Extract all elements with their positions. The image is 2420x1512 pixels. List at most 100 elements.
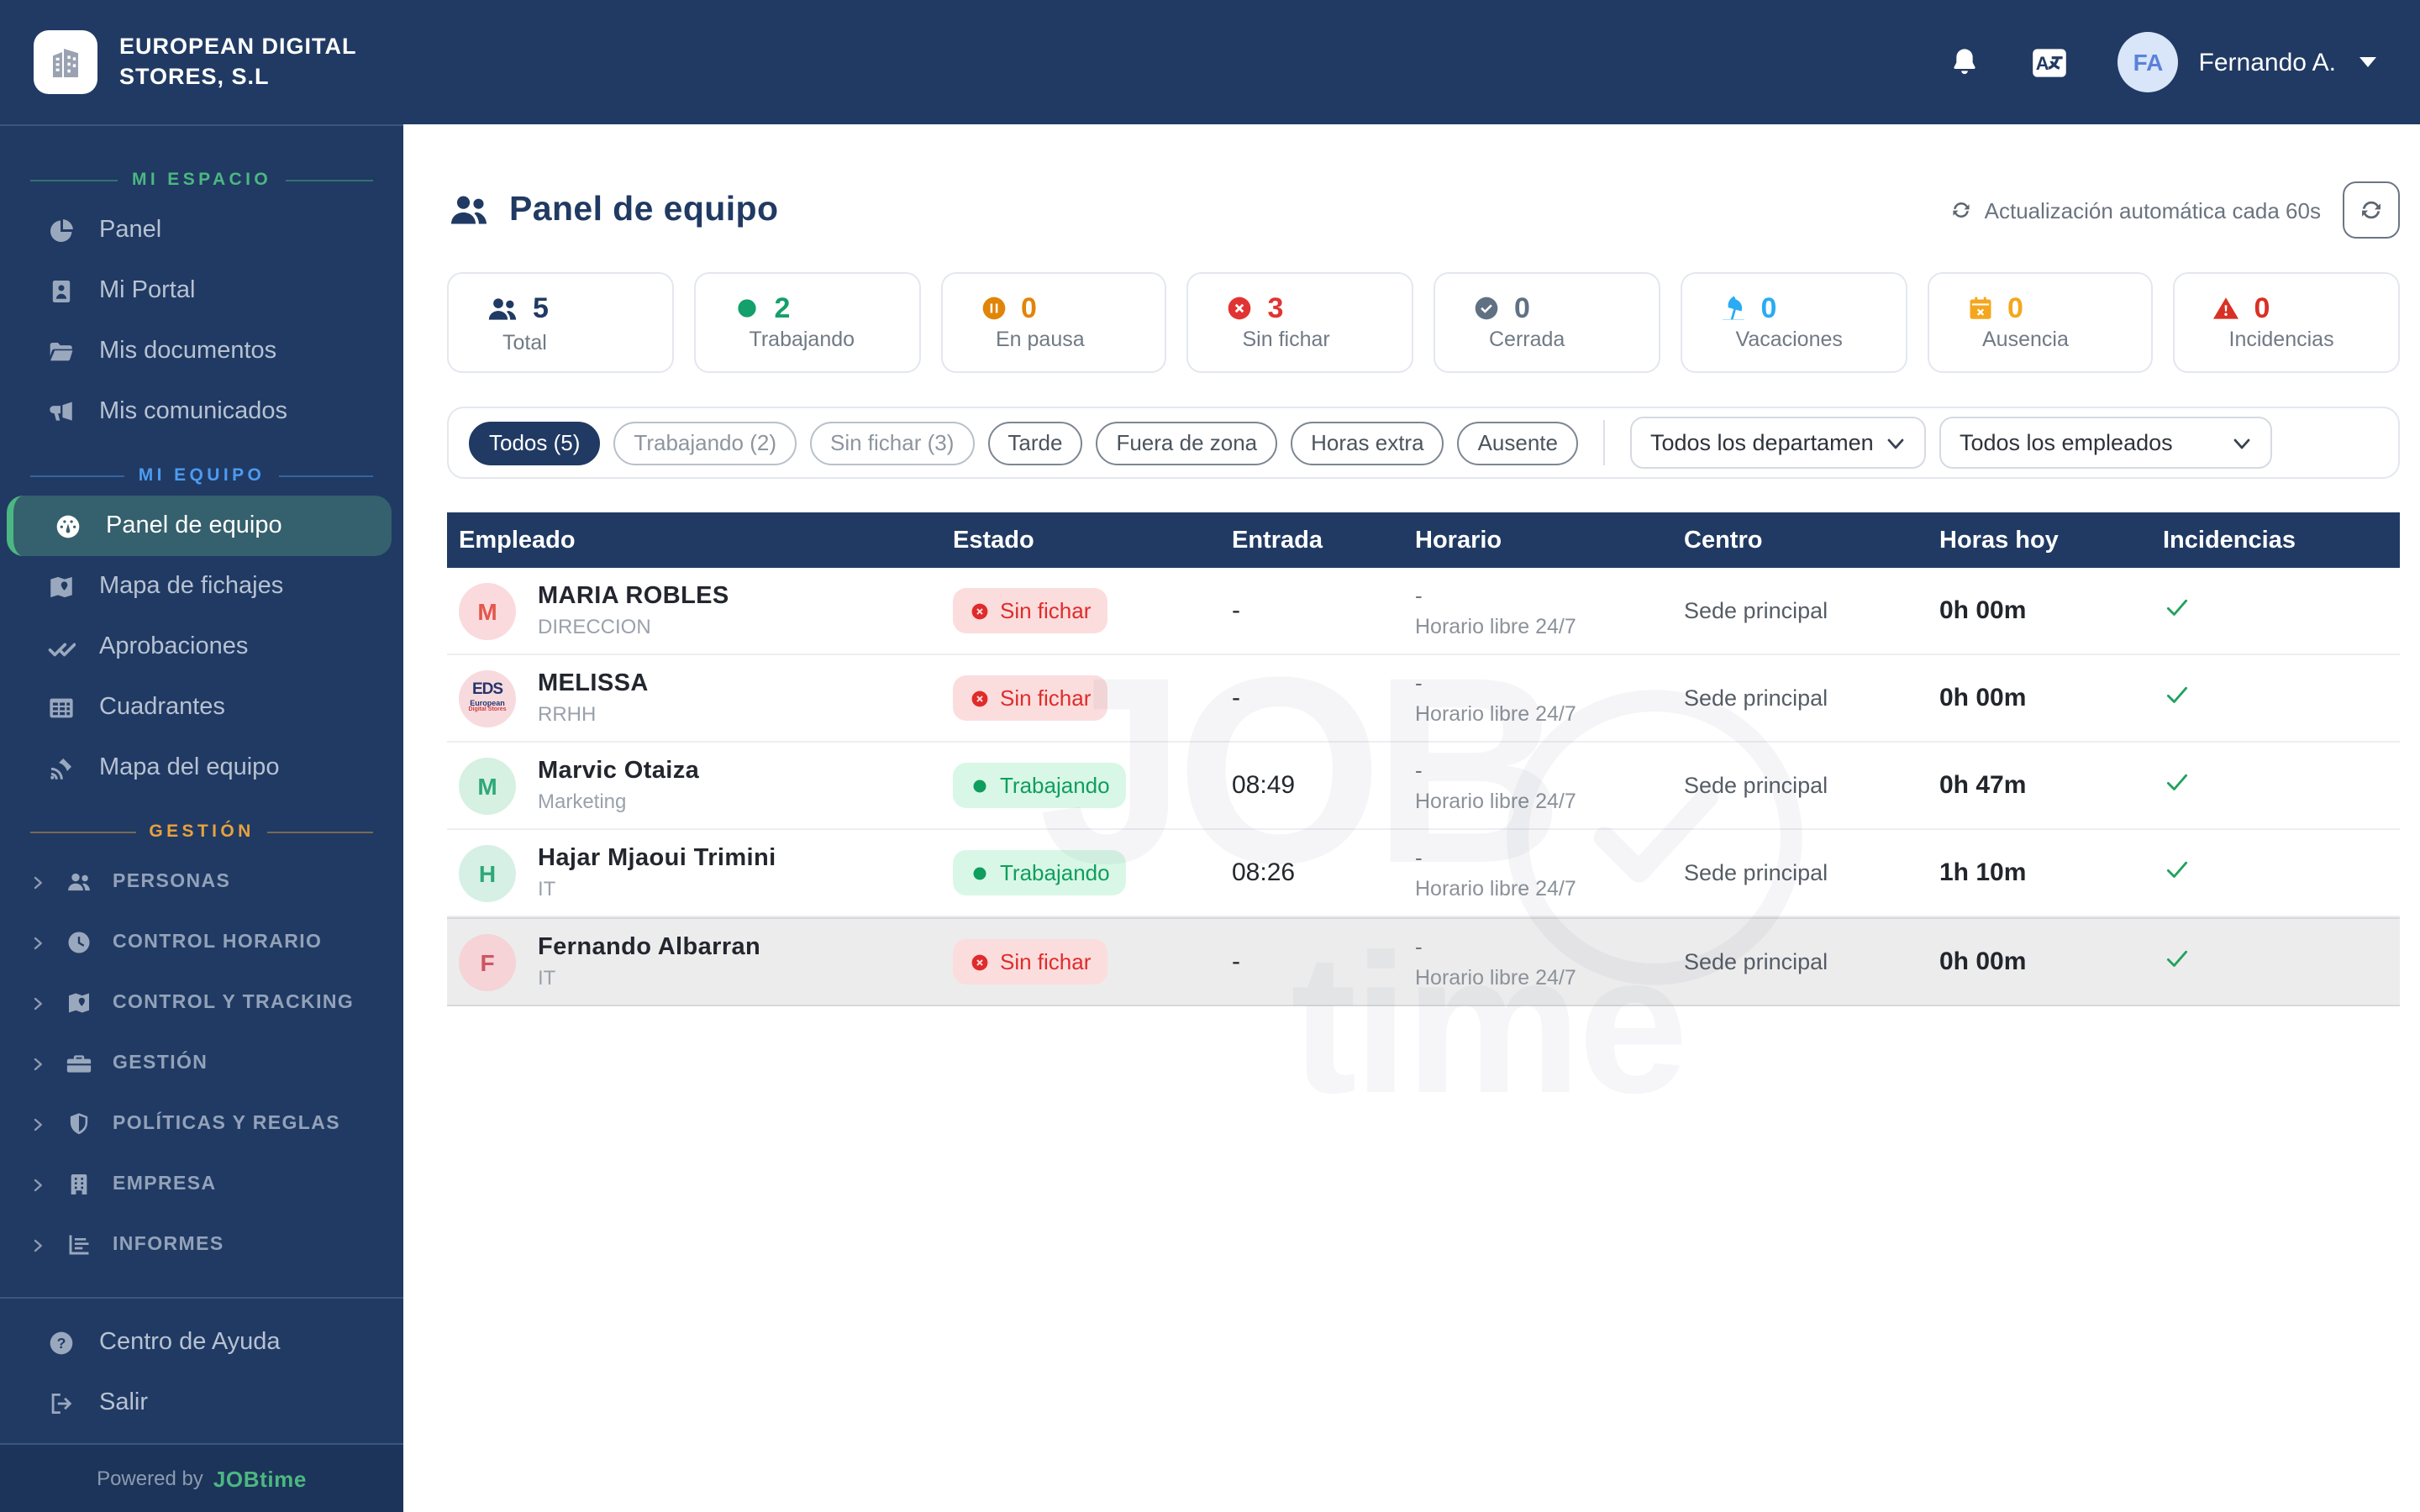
- filter-pill-tarde[interactable]: Tarde: [987, 421, 1083, 465]
- stat-card-total: 5 Total: [447, 272, 674, 373]
- sidebar-section-label-mi-espacio: MI ESPACIO: [30, 170, 373, 190]
- entrada-cell: 08:26: [1232, 858, 1296, 887]
- megaphone-icon: [47, 397, 76, 426]
- sidebar-item-control-horario[interactable]: CONTROL HORARIO: [0, 912, 403, 973]
- employee-cell: M MARIA ROBLES DIRECCION: [447, 582, 953, 639]
- chevron-right-icon: [30, 1056, 45, 1071]
- sidebar-item-politicas-y-reglas[interactable]: POLÍTICAS Y REGLAS: [0, 1094, 403, 1154]
- table-header: Empleado Estado Entrada Horario Centro Horas …: [447, 512, 2400, 568]
- grid-icon: [47, 693, 76, 722]
- table-row-maria-robles[interactable]: M MARIA ROBLES DIRECCION Sin fichar - -H…: [447, 568, 2400, 655]
- sidebar-footer: ? Centro de Ayuda Salir: [0, 1297, 403, 1443]
- stat-value: 5: [533, 292, 549, 324]
- sidebar-item-mapa-del-equipo[interactable]: Mapa del equipo: [0, 738, 403, 798]
- page-header: Panel de equipo Actualización automática…: [447, 181, 2400, 239]
- table-row-marvic-otaiza[interactable]: M Marvic Otaiza Marketing Trabajando 08:…: [447, 743, 2400, 830]
- table-body: M MARIA ROBLES DIRECCION Sin fichar - -H…: [447, 568, 2400, 1006]
- sidebar-item-empresa[interactable]: EMPRESA: [0, 1154, 403, 1215]
- sidebar-item-cuadrantes[interactable]: Cuadrantes: [0, 677, 403, 738]
- sidebar-item-mapa-de-fichajes[interactable]: Mapa de fichajes: [0, 556, 403, 617]
- folder-icon: [47, 337, 76, 365]
- sign-out-icon: [47, 1389, 76, 1417]
- double-check-icon: [47, 633, 76, 661]
- filter-pill-todos-5[interactable]: Todos (5): [469, 421, 601, 465]
- chart-icon: [66, 1231, 92, 1258]
- filter-pill-fuera-de-zona[interactable]: Fuera de zona: [1096, 421, 1278, 465]
- sidebar-item-label: Panel: [99, 217, 162, 244]
- centro-cell: Sede principal: [1684, 860, 1828, 885]
- sidebar-item-centro-de-ayuda[interactable]: ? Centro de Ayuda: [0, 1312, 403, 1373]
- app-root: EUROPEAN DIGITAL STORES, S.L A FA Fernan…: [0, 0, 2420, 1512]
- calendar-x-icon: [1965, 294, 1994, 323]
- team-table: Empleado Estado Entrada Horario Centro Horas …: [447, 512, 2400, 1006]
- check-icon: [2163, 854, 2191, 883]
- sidebar-item-salir[interactable]: Salir: [0, 1373, 403, 1433]
- stat-label: Incidencias: [2228, 328, 2334, 351]
- chevron-right-icon: [30, 874, 45, 890]
- user-name: Fernando A.: [2198, 48, 2336, 76]
- employee-cell: F Fernando Albarran IT: [447, 933, 953, 990]
- powered-by-brand: JOBtime: [213, 1466, 307, 1491]
- table-row-fernando-albarran[interactable]: F Fernando Albarran IT Sin fichar - - Hor…: [447, 917, 2400, 1006]
- check-circle-icon: [1472, 294, 1501, 323]
- stat-label: Sin fichar: [1242, 328, 1330, 351]
- horas-cell: 0h 00m: [1939, 684, 2027, 712]
- sidebar-item-mi-portal[interactable]: Mi Portal: [0, 260, 403, 321]
- sidebar-item-label: Panel de equipo: [106, 512, 282, 539]
- filter-pill-horas-extra[interactable]: Horas extra: [1291, 421, 1444, 465]
- sidebar-item-mis-documentos[interactable]: Mis documentos: [0, 321, 403, 381]
- stat-card-cerrada: 0 Cerrada: [1434, 272, 1660, 373]
- sidebar-item-informes[interactable]: INFORMES: [0, 1215, 403, 1275]
- sidebar-item-label: Salir: [99, 1389, 149, 1416]
- sidebar-item-control-y-tracking[interactable]: CONTROL Y TRACKING: [0, 973, 403, 1033]
- company-name: EUROPEAN DIGITAL STORES, S.L: [119, 33, 357, 89]
- svg-text:?: ?: [57, 1334, 66, 1351]
- powered-by: Powered by JOBtime: [0, 1443, 403, 1512]
- user-menu[interactable]: FA Fernando A.: [2118, 32, 2376, 92]
- filter-pill-ausente[interactable]: Ausente: [1457, 421, 1578, 465]
- sidebar-item-gestion[interactable]: GESTIÓN: [0, 1033, 403, 1094]
- table-row-melissa[interactable]: EDS European Digital Stores MELISSA RRHH S…: [447, 655, 2400, 743]
- sidebar-item-panel[interactable]: Panel: [0, 200, 403, 260]
- horario-cell: - Horario libre 24/7: [1415, 583, 1576, 638]
- employee-cell: EDS European Digital Stores MELISSA RRHH: [447, 669, 953, 727]
- bell-icon[interactable]: [1949, 45, 1982, 79]
- stat-value: 3: [1267, 292, 1284, 324]
- status-badge: Sin fichar: [953, 675, 1108, 721]
- select-employees[interactable]: Todos los empleados: [1939, 417, 2272, 469]
- page-title-text: Panel de equipo: [509, 190, 779, 228]
- svg-text:A: A: [2036, 52, 2049, 73]
- sidebar-item-personas[interactable]: PERSONAS: [0, 852, 403, 912]
- filter-pill-sin-fichar-3[interactable]: Sin fichar (3): [810, 421, 975, 465]
- select-departments[interactable]: Todos los departamen: [1629, 417, 1926, 469]
- chevron-right-icon: [30, 935, 45, 950]
- sidebar-item-label: PERSONAS: [113, 872, 231, 892]
- help-circle-icon: ?: [47, 1328, 76, 1357]
- refresh-button[interactable]: [2343, 181, 2400, 239]
- beach-umbrella-icon: [1719, 294, 1748, 323]
- translate-icon[interactable]: A: [2029, 41, 2071, 83]
- filter-pill-trabajando-2[interactable]: Trabajando (2): [613, 421, 797, 465]
- chevron-right-icon: [30, 995, 45, 1011]
- filter-bar: Todos (5) Trabajando (2) Sin fichar (3) Tar…: [447, 407, 2400, 479]
- table-row-hajar-mjaoui-trimini[interactable]: H Hajar Mjaoui Trimini IT Trabajando 08:…: [447, 830, 2400, 917]
- sidebar-item-mis-comunicados[interactable]: Mis comunicados: [0, 381, 403, 442]
- dot-icon: [970, 775, 990, 795]
- team-icon: [447, 188, 491, 232]
- sidebar-item-aprobaciones[interactable]: Aprobaciones: [0, 617, 403, 677]
- avatar-company-logo: EDS European Digital Stores: [459, 669, 516, 727]
- powered-by-prefix: Powered by: [97, 1467, 203, 1490]
- auto-refresh: Actualización automática cada 60s: [1949, 181, 2400, 239]
- pause-circle-icon: [979, 294, 1007, 323]
- centro-cell: Sede principal: [1684, 598, 1828, 623]
- incidencias-cell: [2163, 767, 2400, 804]
- chevron-right-icon: [30, 1237, 45, 1252]
- building-icon: [66, 1171, 92, 1198]
- horario-cell: - Horario libre 24/7: [1415, 934, 1576, 990]
- dot-icon: [733, 294, 761, 323]
- incidencias-cell: [2163, 854, 2400, 891]
- dot-icon: [970, 863, 990, 883]
- briefcase-icon: [66, 1050, 92, 1077]
- sidebar-item-panel-de-equipo[interactable]: Panel de equipo: [7, 496, 392, 556]
- sidebar-item-label: EMPRESA: [113, 1174, 217, 1194]
